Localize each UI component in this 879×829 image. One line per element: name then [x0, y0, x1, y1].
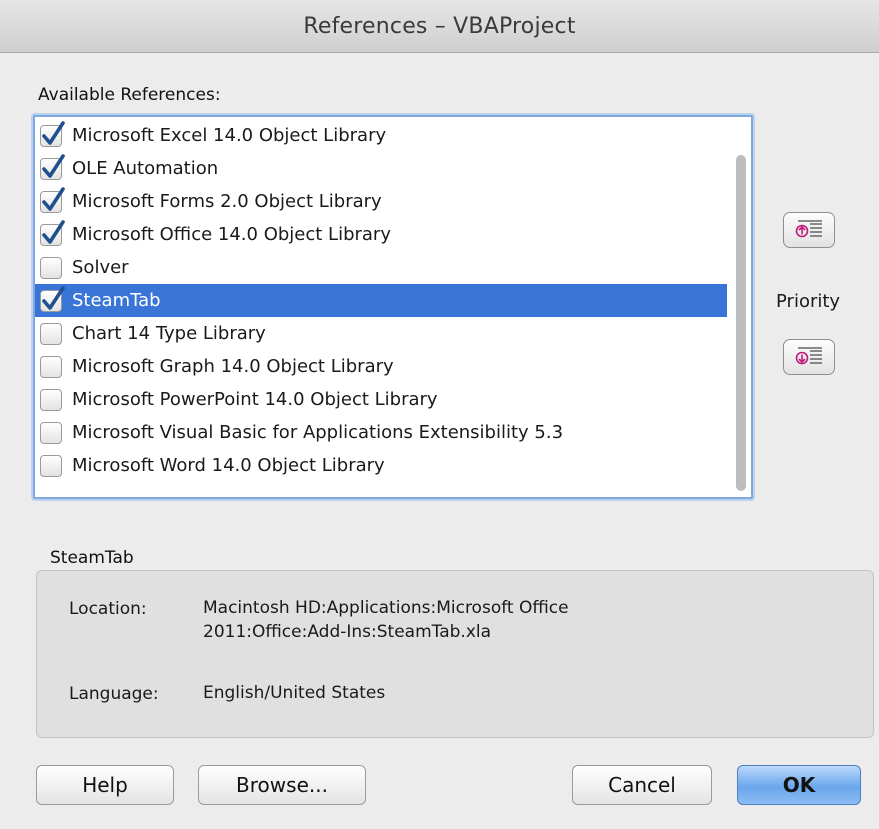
- priority-down-button[interactable]: [783, 339, 835, 375]
- language-value: English/United States: [203, 683, 386, 703]
- priority-down-icon: [795, 347, 822, 365]
- priority-label: Priority: [776, 291, 841, 312]
- checkbox-unchecked[interactable]: [40, 355, 62, 378]
- location-label: Location:: [69, 599, 147, 619]
- checkmark-icon: [42, 219, 65, 244]
- reference-item[interactable]: Microsoft Excel 14.0 Object Library: [35, 119, 727, 152]
- available-references-label: Available References:: [38, 85, 221, 105]
- reference-item[interactable]: Microsoft Graph 14.0 Object Library: [35, 350, 727, 383]
- help-button[interactable]: Help: [36, 765, 174, 805]
- reference-item[interactable]: Microsoft Forms 2.0 Object Library: [35, 185, 727, 218]
- reference-item[interactable]: SteamTab: [35, 284, 727, 317]
- dialog-title: References – VBAProject: [303, 13, 576, 39]
- location-value-line-1: Macintosh HD:Applications:Microsoft Offi…: [203, 598, 569, 618]
- checkbox-checked[interactable]: [40, 120, 65, 147]
- ok-button[interactable]: OK: [737, 765, 861, 805]
- checkmark-icon: [42, 153, 65, 178]
- reference-item[interactable]: Microsoft Visual Basic for Applications …: [35, 416, 727, 449]
- checkmark-icon: [42, 285, 65, 310]
- reference-item-label: Microsoft Word 14.0 Object Library: [72, 455, 385, 476]
- reference-item-label: Microsoft Visual Basic for Applications …: [72, 422, 564, 443]
- checkbox-checked[interactable]: [40, 153, 65, 180]
- checkbox-unchecked[interactable]: [40, 454, 62, 477]
- checkmark-icon: [42, 186, 65, 211]
- selected-reference-name: SteamTab: [50, 548, 134, 568]
- reference-item[interactable]: Microsoft Office 14.0 Object Library: [35, 218, 727, 251]
- reference-item-label: Microsoft Excel 14.0 Object Library: [72, 125, 387, 146]
- checkmark-icon: [42, 120, 65, 145]
- cancel-button[interactable]: Cancel: [572, 765, 712, 805]
- reference-item-label: Microsoft Forms 2.0 Object Library: [72, 191, 382, 212]
- location-value: Macintosh HD:Applications:Microsoft Offi…: [203, 596, 569, 644]
- reference-item[interactable]: Solver: [35, 251, 727, 284]
- reference-item-label: Solver: [72, 257, 129, 278]
- browse-button[interactable]: Browse...: [198, 765, 366, 805]
- checkbox-unchecked[interactable]: [40, 256, 62, 279]
- reference-item-label: Microsoft Office 14.0 Object Library: [72, 224, 391, 245]
- title-bar[interactable]: References – VBAProject: [0, 0, 879, 53]
- reference-item-label: Microsoft Graph 14.0 Object Library: [72, 356, 394, 377]
- reference-item[interactable]: OLE Automation: [35, 152, 727, 185]
- language-label: Language:: [69, 684, 159, 704]
- reference-details-panel: Location: Macintosh HD:Applications:Micr…: [36, 570, 874, 738]
- references-dialog: References – VBAProject Available Refere…: [0, 0, 879, 829]
- reference-item[interactable]: Microsoft Word 14.0 Object Library: [35, 449, 727, 482]
- available-references-list[interactable]: Microsoft Excel 14.0 Object Library OLE A…: [33, 115, 753, 499]
- reference-item[interactable]: Chart 14 Type Library: [35, 317, 727, 350]
- checkbox-unchecked[interactable]: [40, 322, 62, 345]
- priority-up-button[interactable]: [783, 212, 835, 248]
- checkbox-unchecked[interactable]: [40, 388, 62, 411]
- list-scrollbar[interactable]: [734, 121, 748, 491]
- reference-item-label: SteamTab: [72, 290, 161, 311]
- reference-item[interactable]: Microsoft PowerPoint 14.0 Object Library: [35, 383, 727, 416]
- checkbox-unchecked[interactable]: [40, 421, 62, 444]
- checkbox-checked[interactable]: [40, 186, 65, 213]
- priority-up-icon: [795, 220, 822, 238]
- list-scroll-thumb[interactable]: [736, 155, 746, 491]
- location-value-line-2: 2011:Office:Add-Ins:SteamTab.xla: [203, 622, 492, 642]
- checkbox-checked[interactable]: [40, 285, 65, 312]
- reference-item-label: Chart 14 Type Library: [72, 323, 266, 344]
- reference-item-label: Microsoft PowerPoint 14.0 Object Library: [72, 389, 438, 410]
- checkbox-checked[interactable]: [40, 219, 65, 246]
- reference-item-label: OLE Automation: [72, 158, 219, 179]
